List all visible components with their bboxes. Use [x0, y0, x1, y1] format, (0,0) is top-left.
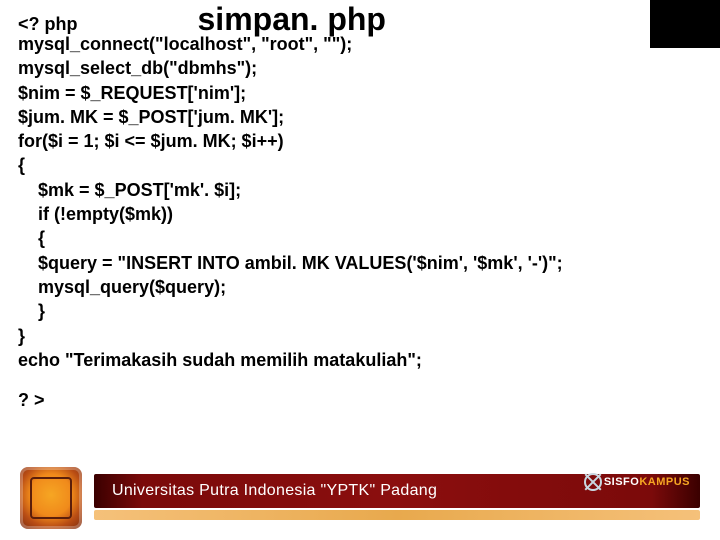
code-line: echo "Terimakasih sudah memilih matakuli…: [18, 348, 702, 372]
php-close-tag: ? >: [18, 388, 702, 412]
brand-sisfo: SISFO: [604, 476, 640, 488]
code-line: {: [18, 153, 702, 177]
gear-icon: [584, 473, 602, 491]
university-name: Universitas Putra Indonesia "YPTK" Padan…: [112, 482, 437, 500]
code-line: mysql_query($query);: [18, 275, 702, 299]
footer-bar-primary: Universitas Putra Indonesia "YPTK" Padan…: [94, 474, 700, 508]
slide: <? php simpan. php mysql_connect("localh…: [0, 0, 720, 540]
footer-bar-accent: [94, 510, 700, 520]
code-line: if (!empty($mk)): [18, 202, 702, 226]
brand-text: SISFOKAMPUS: [604, 476, 690, 488]
code-line: $mk = $_POST['mk'. $i];: [18, 178, 702, 202]
top-corner-bar: [650, 0, 720, 48]
footer: Universitas Putra Indonesia "YPTK" Padan…: [0, 470, 720, 526]
code-line: mysql_select_db("dbmhs");: [18, 56, 702, 80]
code-block: mysql_connect("localhost", "root", ""); …: [18, 32, 702, 412]
code-line: {: [18, 226, 702, 250]
university-logo: [20, 467, 82, 529]
footer-bars: Universitas Putra Indonesia "YPTK" Padan…: [94, 474, 720, 522]
brand-kampus: KAMPUS: [639, 476, 690, 488]
code-line: }: [18, 299, 702, 323]
sisfokampus-brand: SISFOKAMPUS: [584, 473, 690, 491]
code-line: $nim = $_REQUEST['nim'];: [18, 81, 702, 105]
code-line: for($i = 1; $i <= $jum. MK; $i++): [18, 129, 702, 153]
code-line: }: [18, 324, 702, 348]
code-line: $jum. MK = $_POST['jum. MK'];: [18, 105, 702, 129]
code-line: $query = "INSERT INTO ambil. MK VALUES('…: [18, 251, 702, 275]
